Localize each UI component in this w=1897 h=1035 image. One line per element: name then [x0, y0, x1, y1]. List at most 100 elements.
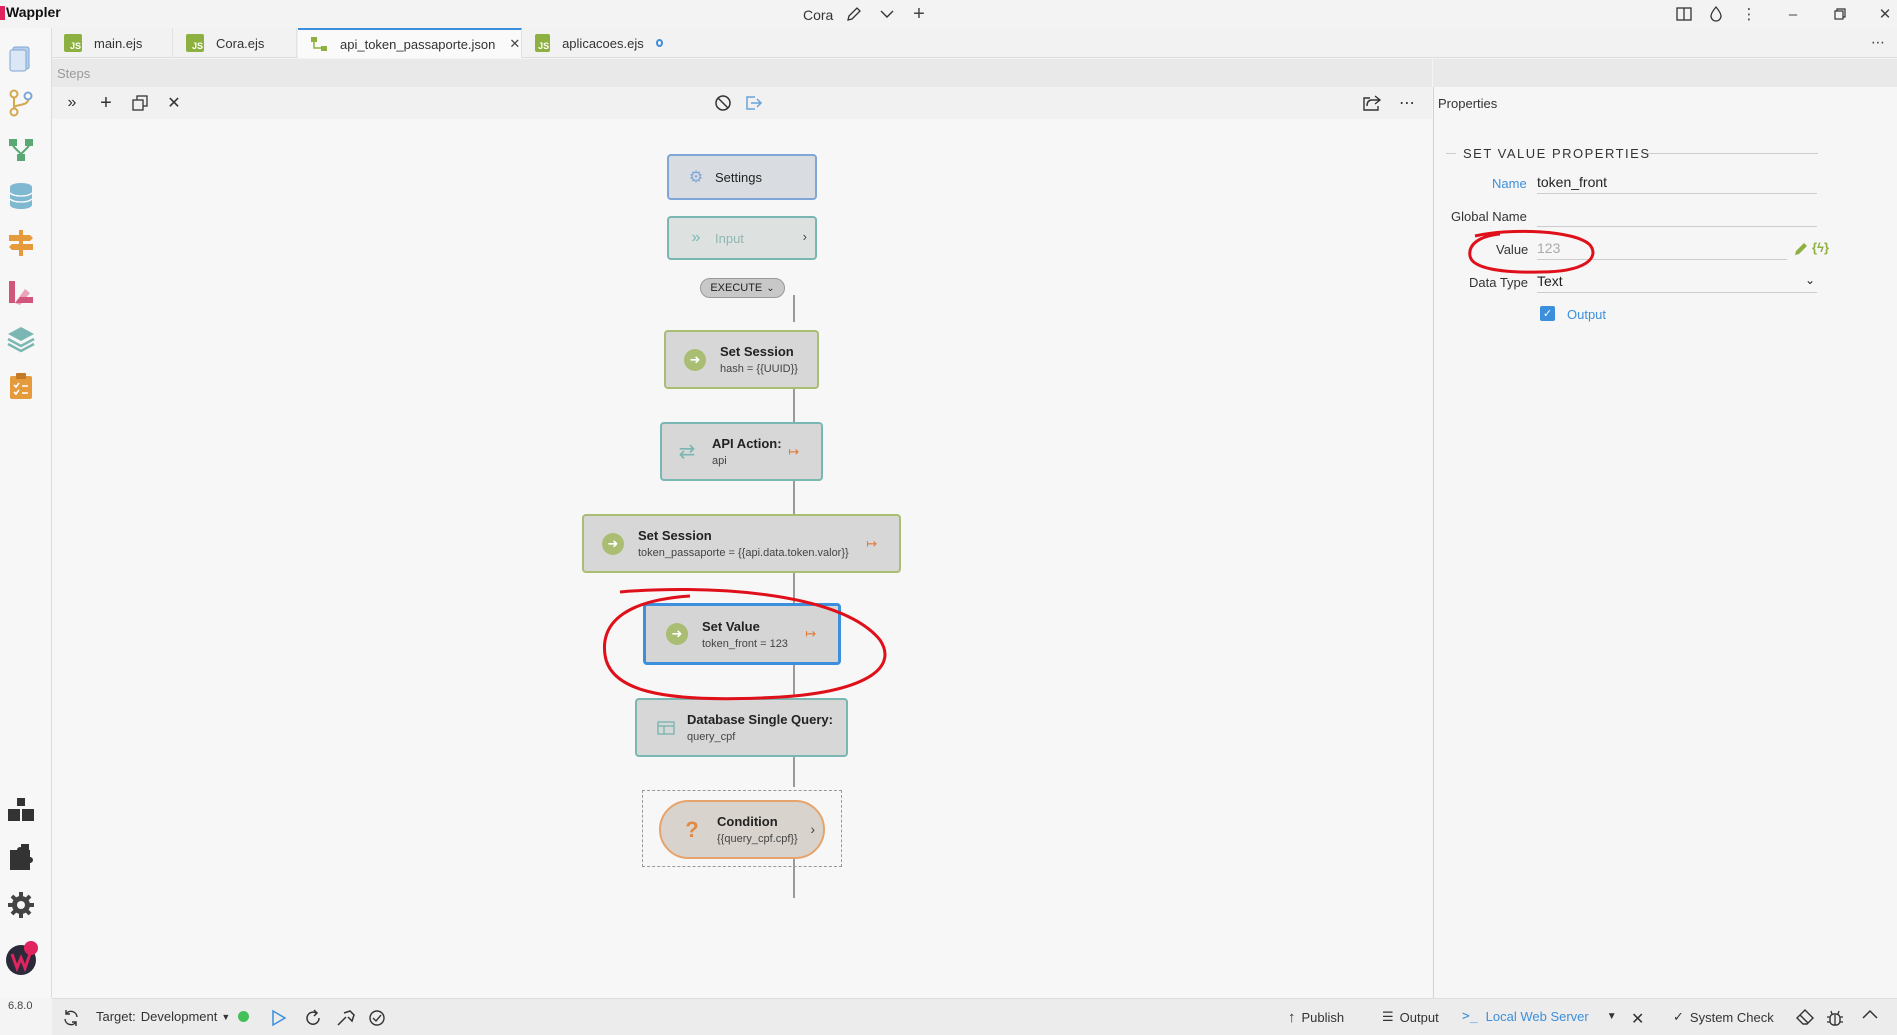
copy-step-icon[interactable] — [128, 91, 152, 115]
step-condition[interactable]: ? Condition {{query_cpf.cpf}} › — [659, 800, 825, 859]
publish-button[interactable]: ↑ Publish — [1288, 1009, 1344, 1026]
double-chevron-right-icon: » — [691, 229, 701, 246]
global-name-input[interactable] — [1537, 205, 1817, 227]
data-type-select[interactable]: Text ⌄ — [1537, 271, 1817, 293]
step-title: Set Value — [702, 618, 760, 634]
files-icon[interactable] — [6, 43, 36, 73]
step-title: Set Session — [638, 528, 712, 543]
add-project-plus-icon[interactable]: + — [908, 3, 930, 25]
system-check-button[interactable]: ✓ System Check — [1673, 1009, 1774, 1025]
step-set-value[interactable]: ➜ Set Value token_front = 123 ↦ — [643, 603, 841, 665]
step-api-action[interactable]: ⇄ API Action: api ↦ — [660, 422, 823, 481]
reload-icon[interactable] — [304, 1009, 322, 1027]
step-database-single-query[interactable]: Database Single Query: query_cpf — [635, 698, 848, 757]
dynamic-data-picker-icon[interactable]: {ϟ} — [1812, 240, 1829, 255]
unsaved-indicator-icon — [655, 39, 663, 47]
tab-cora-ejs[interactable]: JS Cora.ejs — [174, 28, 297, 58]
name-label: Name — [1492, 176, 1527, 191]
step-set-session-token[interactable]: ➜ Set Session token_passaporte = {{api.da… — [582, 514, 901, 573]
minimize-window-icon[interactable]: – — [1782, 3, 1804, 25]
extensions-blocks-icon[interactable] — [6, 796, 36, 826]
split-layout-icon[interactable] — [1673, 3, 1695, 25]
close-tab-icon[interactable]: ✕ — [509, 36, 520, 52]
wappler-pro-logo-icon[interactable] — [4, 940, 40, 976]
name-input[interactable]: token_front — [1537, 172, 1817, 194]
tab-aplicacoes-ejs[interactable]: JS aplicacoes.ejs — [523, 28, 663, 58]
section-title: SET VALUE PROPERTIES — [1463, 146, 1651, 161]
restore-window-icon[interactable] — [1829, 3, 1851, 25]
layers-icon[interactable] — [6, 324, 36, 354]
step-settings[interactable]: ⚙ Settings — [667, 154, 817, 200]
chevron-right-icon[interactable]: › — [803, 229, 807, 244]
collapse-chevron-up-icon[interactable] — [1862, 1009, 1878, 1019]
output-label: Output — [1399, 1009, 1439, 1025]
data-type-label: Data Type — [1469, 275, 1529, 290]
chevron-down-icon: ⌄ — [1804, 273, 1815, 287]
system-check-label: System Check — [1689, 1009, 1774, 1025]
step-connector — [793, 481, 795, 516]
settings-gear-icon[interactable] — [6, 890, 36, 920]
stop-server-close-icon[interactable]: ✕ — [1631, 1009, 1644, 1029]
section-divider — [1648, 153, 1818, 154]
execute-toggle[interactable]: EXECUTE ⌄ — [700, 278, 785, 298]
refresh-sync-icon[interactable] — [62, 1009, 80, 1027]
status-online-dot-icon — [238, 1011, 250, 1022]
output-checkbox[interactable]: ✓ — [1540, 306, 1555, 321]
eraser-clear-icon[interactable] — [1796, 1009, 1814, 1025]
step-subtitle: query_cpf — [687, 731, 736, 743]
project-name[interactable]: Cora — [803, 7, 833, 23]
steps-more-ellipsis-icon[interactable]: ⋯ — [1395, 91, 1419, 115]
local-web-server-selector[interactable]: >_ Local Web Server ▼ — [1462, 1009, 1617, 1024]
terminal-prompt-icon: >_ — [1462, 1009, 1478, 1024]
wappler-logo-mark — [0, 6, 5, 20]
target-selector[interactable]: Target: Development ▼ — [96, 1009, 250, 1024]
step-input[interactable]: » Input › — [667, 216, 817, 260]
step-set-session-hash[interactable]: ➜ Set Session hash = {{UUID}} — [664, 330, 819, 389]
server-action-flow-icon — [310, 36, 328, 52]
expand-steps-chevrons-icon[interactable]: » — [60, 91, 84, 115]
gear-icon: ⚙ — [688, 169, 704, 186]
close-window-icon[interactable]: ✕ — [1874, 3, 1896, 25]
output-exit-icon: ↦ — [805, 626, 816, 641]
tab-label: aplicacoes.ejs — [562, 35, 644, 51]
share-export-icon[interactable] — [1360, 91, 1384, 115]
execute-label: EXECUTE — [710, 282, 763, 294]
step-subtitle: {{query_cpf.cpf}} — [717, 833, 798, 845]
window-menu-kebab-icon[interactable]: ⋮ — [1738, 3, 1760, 25]
edit-project-pencil-icon[interactable] — [843, 3, 865, 25]
tasks-clipboard-icon[interactable] — [6, 371, 36, 401]
caret-down-icon: ▼ — [1606, 1011, 1617, 1022]
steps-panel-header: Steps — [52, 59, 1432, 87]
output-label: Output — [1567, 307, 1607, 322]
server-connect-icon[interactable] — [6, 135, 36, 165]
delete-step-icon[interactable]: ✕ — [162, 91, 186, 115]
tab-main-ejs[interactable]: JS main.ejs — [52, 28, 173, 58]
build-tools-icon[interactable] — [336, 1009, 356, 1027]
debug-bug-icon[interactable] — [1826, 1009, 1844, 1027]
chevron-right-icon[interactable]: › — [810, 821, 815, 837]
database-icon[interactable] — [6, 181, 36, 211]
routing-signpost-icon[interactable] — [6, 228, 36, 258]
git-branch-icon[interactable] — [6, 88, 36, 118]
checkmark-icon: ✓ — [1673, 1009, 1684, 1024]
theme-drop-icon[interactable] — [1705, 3, 1727, 25]
arrow-right-circle-icon: ➜ — [602, 532, 624, 555]
swap-arrows-icon: ⇄ — [678, 441, 696, 463]
steps-canvas: ⚙ Settings » Input › EXECUTE ⌄ ➜ Set Ses… — [52, 119, 1432, 998]
step-subtitle: api — [712, 455, 727, 467]
add-step-plus-icon[interactable]: + — [94, 91, 118, 115]
run-play-icon[interactable] — [271, 1009, 287, 1027]
steps-toolbar: » + ✕ ⋯ — [52, 87, 1432, 119]
plugins-puzzle-icon[interactable] — [6, 842, 36, 872]
tab-api-token-passaporte-json[interactable]: api_token_passaporte.json ✕ — [298, 28, 522, 58]
design-palette-icon[interactable] — [6, 277, 36, 307]
output-toggle[interactable]: ☰ Output — [1382, 1009, 1439, 1025]
tabs-overflow-ellipsis-icon[interactable]: ⋯ — [1871, 34, 1885, 51]
check-circle-icon[interactable] — [368, 1009, 386, 1027]
disable-step-icon[interactable] — [711, 91, 735, 115]
value-input[interactable]: 123 — [1537, 238, 1787, 260]
project-dropdown-chevron-icon[interactable] — [876, 3, 898, 25]
output-step-icon[interactable] — [742, 91, 766, 115]
edit-value-pencil-icon[interactable] — [1793, 241, 1809, 260]
app-version: 6.8.0 — [8, 1000, 33, 1012]
